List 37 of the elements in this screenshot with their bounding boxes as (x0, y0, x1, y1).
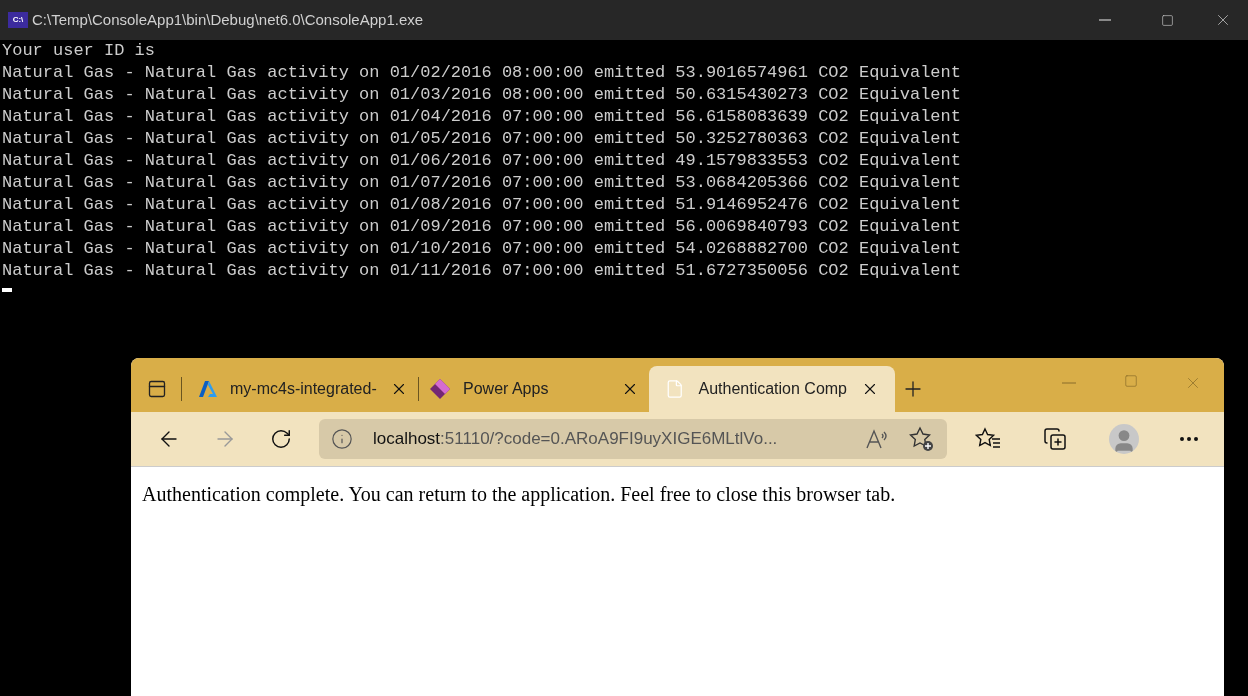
console-line: Natural Gas - Natural Gas activity on 01/10/2016 07:00:00 emitted 54.0268882700 CO2 Equivalent (2, 238, 961, 260)
browser-tab[interactable]: Authentication Comp (649, 366, 895, 412)
console-line: Natural Gas - Natural Gas activity on 01/11/2016 07:00:00 emitted 51.6727350056 CO2 Equivalent (2, 260, 961, 282)
browser-tab[interactable]: Power Apps (419, 366, 649, 412)
page-message: Authentication complete. You can return to the application. Feel free to close this browser tab. (142, 482, 897, 508)
console-line: Natural Gas - Natural Gas activity on 01/09/2016 07:00:00 emitted 56.0069840793 CO2 Equivalent (2, 216, 961, 238)
read-aloud-icon[interactable] (865, 428, 889, 450)
profile-avatar[interactable] (1109, 424, 1139, 454)
collections-icon[interactable] (1043, 427, 1067, 451)
address-url: localhost:51110/?code=0.ARoA9FI9uyXIGE6MLtlVo... (373, 428, 779, 451)
window-title: C:\Temp\ConsoleApp1\bin\Debug\net6.0\ConsoleApp1.exe (32, 9, 424, 30)
tab-title: Power Apps (463, 379, 550, 399)
tab-title: my-mc4s-integrated- (230, 379, 378, 399)
minimize-icon (1099, 19, 1111, 21)
console-app-icon: C:\ (8, 12, 28, 28)
console-line: Natural Gas - Natural Gas activity on 01/02/2016 08:00:00 emitted 53.9016574961 CO2 Equivalent (2, 62, 961, 84)
powerapps-logo-icon (429, 378, 451, 400)
console-line: Natural Gas - Natural Gas activity on 01/05/2016 07:00:00 emitted 50.3252780363 CO2 Equivalent (2, 128, 961, 150)
page-icon (665, 379, 685, 399)
console-line: Natural Gas - Natural Gas activity on 01/06/2016 07:00:00 emitted 49.1579833553 CO2 Equivalent (2, 150, 961, 172)
address-bar[interactable]: localhost:51110/?code=0.ARoA9FI9uyXIGE6MLtlVo... (319, 419, 947, 459)
console-line: Natural Gas - Natural Gas activity on 01/03/2016 08:00:00 emitted 50.6315430273 CO2 Equivalent (2, 84, 961, 106)
maximize-icon (1160, 13, 1174, 27)
browser-tab[interactable]: my-mc4s-integrated- (188, 366, 418, 412)
info-icon[interactable] (331, 428, 353, 450)
add-favorite-icon[interactable] (909, 426, 935, 452)
console-line: Natural Gas - Natural Gas activity on 01/07/2016 07:00:00 emitted 53.0684205366 CO2 Equivalent (2, 172, 961, 194)
maximize-icon (1124, 374, 1138, 388)
tab-actions-icon (147, 379, 167, 399)
tab-title: Authentication Comp (698, 379, 847, 399)
minimize-icon (1062, 382, 1076, 384)
refresh-icon (270, 428, 292, 450)
console-line: Natural Gas - Natural Gas activity on 01/04/2016 07:00:00 emitted 56.6158083639 CO2 Equivalent (2, 106, 961, 128)
console-line: Natural Gas - Natural Gas activity on 01/08/2016 07:00:00 emitted 51.9146952476 CO2 Equivalent (2, 194, 961, 216)
favorites-icon[interactable] (975, 427, 1001, 451)
console-line: Your user ID is (2, 40, 156, 62)
azure-logo-icon (198, 379, 218, 399)
